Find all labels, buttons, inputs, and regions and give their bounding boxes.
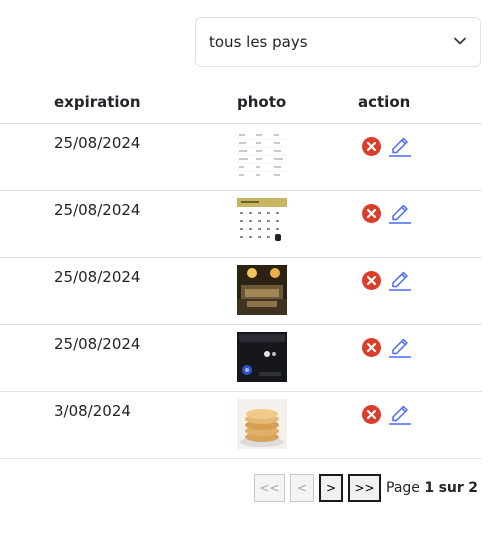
header-photo: photo: [237, 93, 287, 111]
edit-pencil-icon[interactable]: [389, 334, 411, 358]
row-divider: [0, 324, 482, 325]
first-page-button[interactable]: <<: [254, 474, 285, 502]
expiration-date: 25/08/2024: [54, 335, 141, 353]
page-indicator: Page 1 sur 2: [386, 480, 478, 496]
current-page: 1: [424, 480, 435, 496]
row-divider: [0, 391, 482, 392]
header-expiration: expiration: [54, 93, 141, 111]
row-divider: [0, 257, 482, 258]
of-word: sur: [438, 480, 464, 496]
edit-pencil-icon[interactable]: [389, 267, 411, 291]
header-action: action: [358, 93, 411, 111]
header-divider: [0, 123, 482, 124]
delete-icon[interactable]: [362, 137, 381, 156]
row-divider: [0, 458, 482, 459]
country-select-value: tous les pays: [209, 33, 308, 51]
expiration-date: 25/08/2024: [54, 201, 141, 219]
photo-thumbnail[interactable]: [237, 265, 287, 315]
photo-thumbnail[interactable]: [237, 198, 287, 248]
total-pages: 2: [468, 480, 478, 496]
expiration-date: 3/08/2024: [54, 402, 131, 420]
photo-thumbnail[interactable]: [237, 399, 287, 449]
chevron-down-icon: [454, 37, 466, 45]
expiration-date: 25/08/2024: [54, 134, 141, 152]
row-divider: [0, 190, 482, 191]
photo-thumbnail[interactable]: [237, 332, 287, 382]
delete-icon[interactable]: [362, 204, 381, 223]
edit-pencil-icon[interactable]: [389, 133, 411, 157]
country-select[interactable]: tous les pays: [195, 17, 481, 67]
last-page-button[interactable]: >>: [348, 474, 381, 502]
previous-page-button[interactable]: <: [290, 474, 314, 502]
delete-icon[interactable]: [362, 271, 381, 290]
edit-pencil-icon[interactable]: [389, 200, 411, 224]
delete-icon[interactable]: [362, 405, 381, 424]
next-page-button[interactable]: >: [319, 474, 343, 502]
page-word: Page: [386, 480, 420, 496]
delete-icon[interactable]: [362, 338, 381, 357]
photo-thumbnail[interactable]: [237, 131, 287, 181]
edit-pencil-icon[interactable]: [389, 401, 411, 425]
expiration-date: 25/08/2024: [54, 268, 141, 286]
